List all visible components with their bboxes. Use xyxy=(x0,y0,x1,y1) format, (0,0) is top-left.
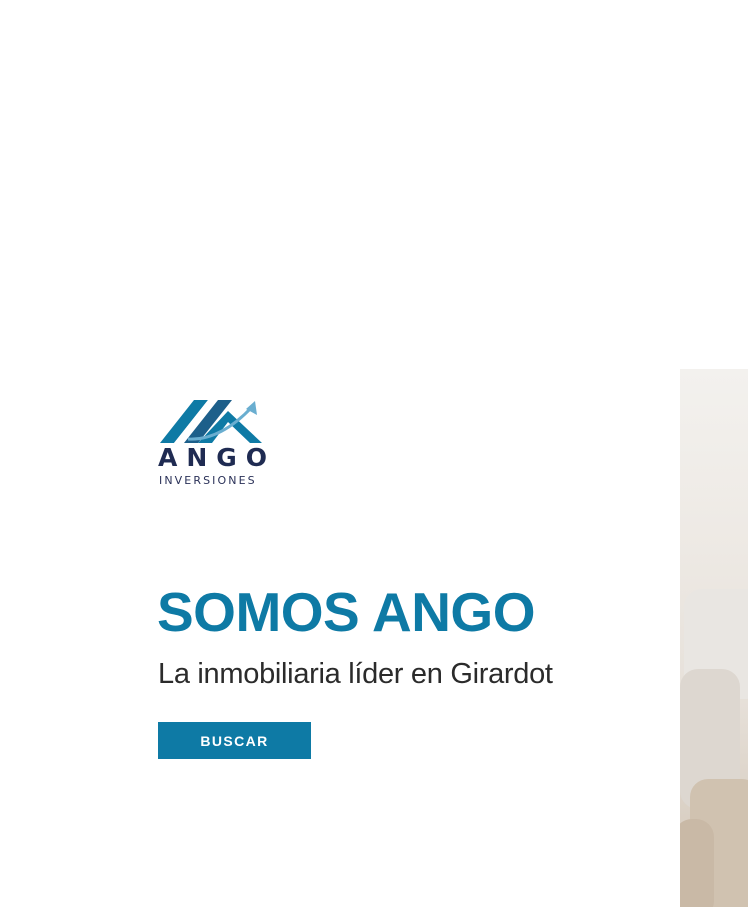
brand-logo[interactable]: ANGO INVERSIONES xyxy=(158,399,273,491)
hero-title: SOMOS ANGO xyxy=(157,581,536,643)
hero-section: ANGO INVERSIONES SOMOS ANGO La inmobilia… xyxy=(0,369,748,907)
page: ANGO INVERSIONES SOMOS ANGO La inmobilia… xyxy=(0,0,748,907)
brand-name: ANGO xyxy=(158,443,277,472)
sofa-cushion xyxy=(680,819,714,907)
hero-image xyxy=(680,369,748,907)
search-button[interactable]: BUSCAR xyxy=(158,722,311,759)
brand-tagline: INVERSIONES xyxy=(159,474,257,487)
house-roof-arrow-icon xyxy=(160,400,262,443)
hero-subtitle: La inmobiliaria líder en Girardot xyxy=(158,658,553,690)
